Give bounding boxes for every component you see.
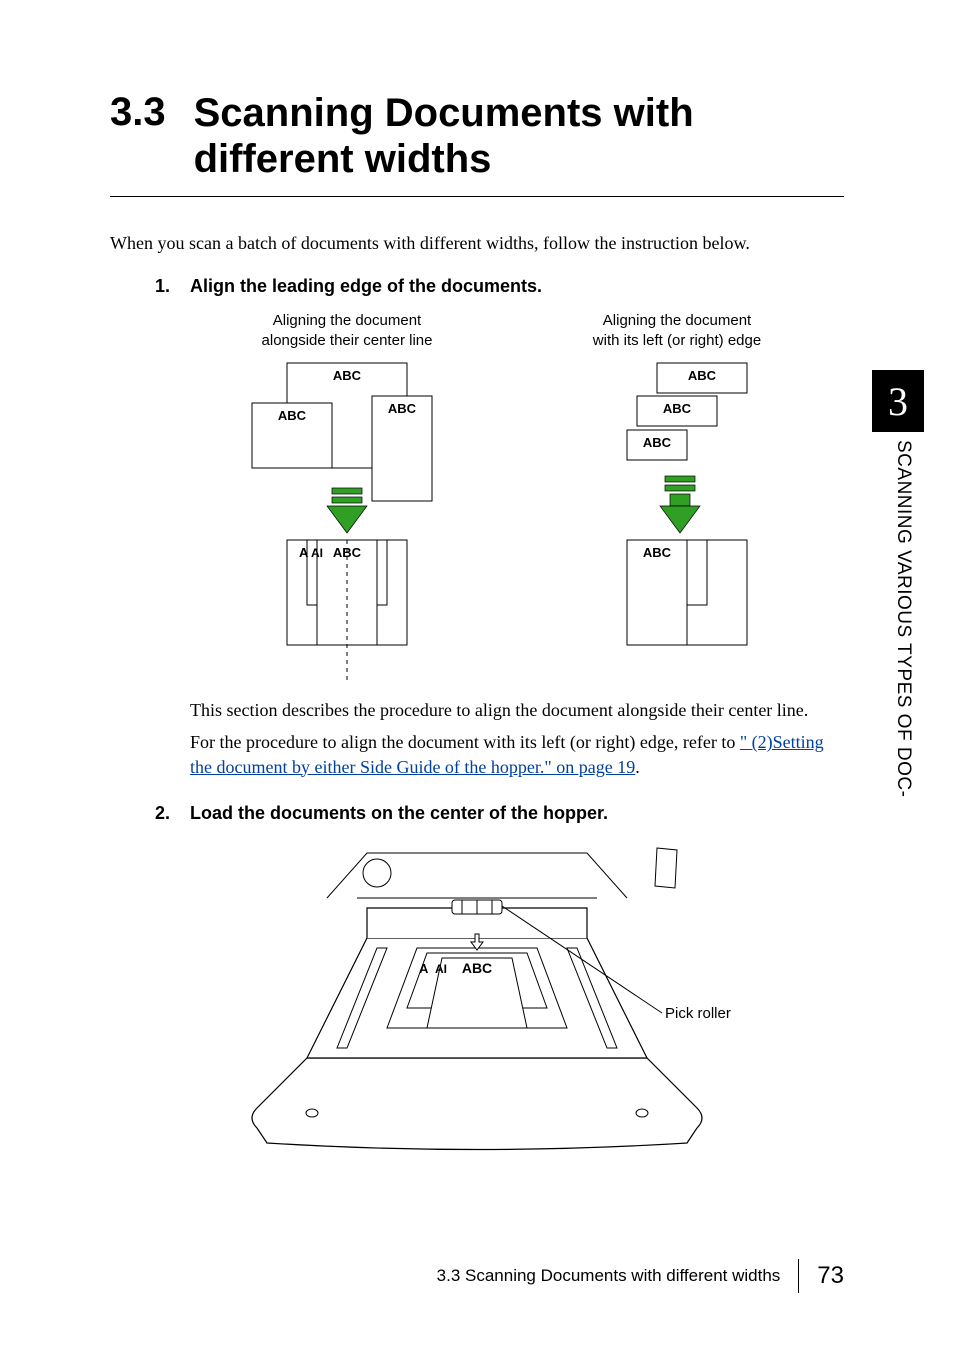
edge-caption-l2: with its left (or right) edge bbox=[593, 332, 761, 349]
desc-post: . bbox=[635, 757, 640, 777]
step-2-text: Load the documents on the center of the … bbox=[190, 803, 608, 824]
section-heading: 3.3 Scanning Documents with different wi… bbox=[110, 90, 844, 182]
abc-label-6: ABC bbox=[663, 401, 692, 416]
edge-align-diagram: Aligning the document with its left (or … bbox=[542, 311, 812, 688]
center-align-svg: ABC ABC ABC A AI ABC bbox=[232, 358, 462, 688]
center-caption: Aligning the document alongside their ce… bbox=[262, 311, 433, 350]
chapter-side-label: SCANNING VARIOUS TYPES OF DOC- bbox=[892, 440, 914, 797]
center-align-diagram: Aligning the document alongside their ce… bbox=[212, 311, 482, 688]
page: 3.3 Scanning Documents with different wi… bbox=[0, 0, 954, 1351]
abc-label-5: ABC bbox=[688, 368, 717, 383]
step-2-number: 2. bbox=[150, 803, 170, 824]
center-caption-l2: alongside their center line bbox=[262, 332, 433, 349]
footer-separator bbox=[798, 1259, 799, 1293]
step-1-number: 1. bbox=[150, 276, 170, 297]
step-1-text: Align the leading edge of the documents. bbox=[190, 276, 542, 297]
scanner-diagram-svg: A AI ABC Pick roller bbox=[217, 838, 737, 1188]
step-1: 1. Align the leading edge of the documen… bbox=[150, 276, 844, 297]
abc-label-scanner: ABC bbox=[462, 960, 492, 976]
chapter-number: 3 bbox=[888, 378, 908, 425]
intro-paragraph: When you scan a batch of documents with … bbox=[110, 233, 844, 254]
step-2: 2. Load the documents on the center of t… bbox=[150, 803, 844, 824]
abc-label-7: ABC bbox=[643, 435, 672, 450]
section-title: Scanning Documents with different widths bbox=[194, 90, 844, 182]
a-label: A bbox=[299, 545, 309, 560]
edge-align-svg: ABC ABC ABC ABC bbox=[587, 358, 767, 658]
center-caption-l1: Aligning the document bbox=[273, 312, 421, 329]
heading-rule bbox=[110, 196, 844, 197]
alignment-diagrams: Aligning the document alongside their ce… bbox=[180, 311, 844, 688]
abc-label-3: ABC bbox=[388, 401, 417, 416]
footer-page-number: 73 bbox=[817, 1262, 844, 1290]
ai-label-scanner: AI bbox=[435, 962, 447, 976]
page-footer: 3.3 Scanning Documents with different wi… bbox=[437, 1259, 844, 1293]
abc-label-8: ABC bbox=[643, 545, 672, 560]
ai-label: AI bbox=[311, 546, 323, 560]
abc-label: ABC bbox=[333, 368, 362, 383]
footer-section-title: 3.3 Scanning Documents with different wi… bbox=[437, 1266, 781, 1286]
abc-label-2: ABC bbox=[278, 408, 307, 423]
desc-pre: For the procedure to align the document … bbox=[190, 732, 740, 752]
section-number: 3.3 bbox=[110, 90, 166, 134]
description-para-2: For the procedure to align the document … bbox=[190, 730, 844, 779]
pick-roller-label: Pick roller bbox=[665, 1005, 731, 1022]
a-label-scanner: A bbox=[419, 961, 429, 976]
scanner-diagram-wrap: A AI ABC Pick roller bbox=[110, 838, 844, 1188]
description-para-1: This section describes the procedure to … bbox=[190, 698, 844, 722]
edge-caption: Aligning the document with its left (or … bbox=[593, 311, 761, 350]
edge-caption-l1: Aligning the document bbox=[603, 312, 751, 329]
chapter-tab: 3 bbox=[872, 370, 924, 432]
